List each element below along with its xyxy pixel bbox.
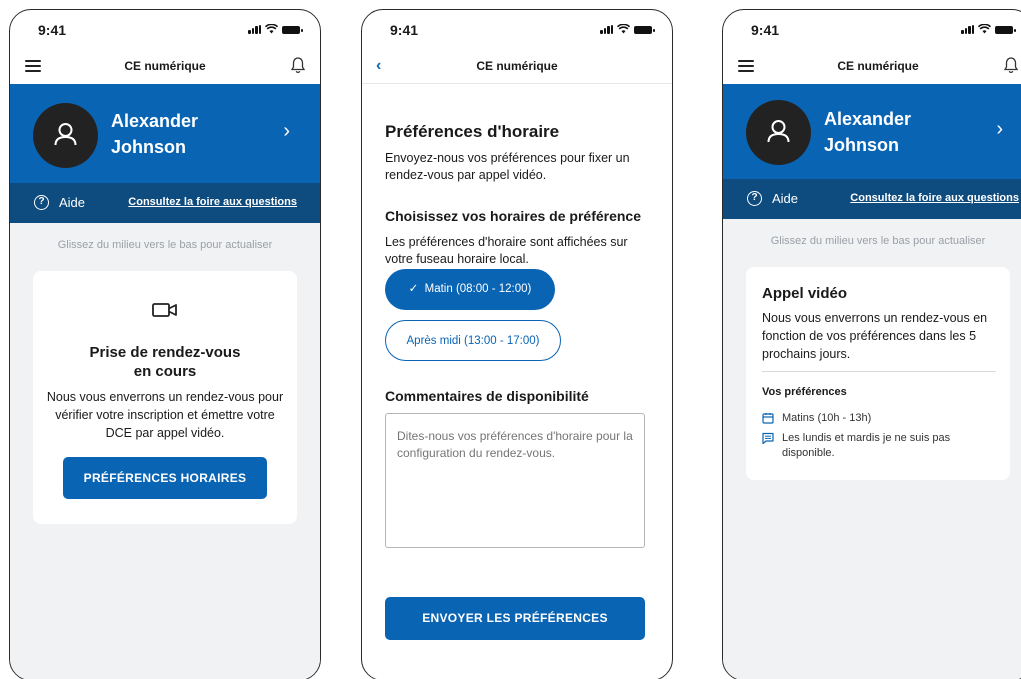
card-title: Appel vidéo (762, 285, 848, 302)
card-body: Nous vous enverrons un rendez-vous pour … (46, 390, 284, 440)
check-icon: ✓ (408, 283, 425, 295)
option-afternoon[interactable]: Après midi (13:00 - 17:00) (385, 320, 561, 361)
status-time: 9:41 (38, 22, 67, 38)
preference-text: Les lundis et mardis je ne suis pas disp… (782, 432, 951, 459)
nav-title: CE numérique (124, 59, 206, 73)
battery-icon (282, 26, 303, 34)
profile-first-name: Alexander (111, 111, 199, 131)
profile-name: Alexander Johnson (824, 106, 911, 158)
chevron-right-icon[interactable]: › (996, 118, 1003, 141)
refresh-hint: Glissez du milieu vers le bas pour actua… (57, 239, 273, 251)
signal-icon (248, 25, 261, 34)
comment-icon (762, 432, 774, 444)
profile-last-name: Johnson (111, 137, 186, 157)
chevron-right-icon[interactable]: › (283, 120, 290, 143)
nav-bar: CE numérique (10, 46, 320, 84)
send-preferences-button[interactable]: ENVOYER LES PRÉFÉRENCES (385, 597, 645, 640)
status-time: 9:41 (390, 22, 419, 38)
help-label: Aide (59, 195, 86, 210)
nav-title: CE numérique (837, 59, 919, 73)
schedule-preferences-button[interactable]: PRÉFÉRENCES HORAIRES (63, 457, 267, 499)
status-bar: 9:41 (723, 10, 1021, 46)
avatar (746, 100, 811, 165)
battery-icon (995, 26, 1016, 34)
card-title-line2: en cours (133, 363, 197, 380)
calendar-icon (762, 413, 774, 424)
system-icons (961, 24, 1016, 34)
system-icons (600, 24, 655, 34)
faq-link[interactable]: Consultez la foire aux questions (850, 192, 1019, 204)
screen-content: Préférences d'horaire Envoyez-nous vos p… (362, 84, 672, 679)
wifi-icon (265, 24, 278, 34)
preference-item: Les lundis et mardis je ne suis pas disp… (762, 431, 996, 461)
preference-item: Matins (10h - 13h) (762, 411, 996, 426)
page-title: Préférences d'horaire (385, 122, 560, 141)
help-icon: ? (34, 195, 49, 210)
card-body: Nous vous enverrons un rendez-vous en fo… (762, 311, 988, 361)
preference-text: Matins (10h - 13h) (782, 412, 872, 424)
card-title-line1: Prise de rendez-vous (89, 344, 241, 361)
user-icon (767, 120, 790, 143)
help-bar: ? Aide Consultez la foire aux questions (10, 183, 320, 223)
profile-name: Alexander Johnson (111, 108, 198, 160)
system-icons (248, 24, 303, 34)
help-bar: ? Aide Consultez la foire aux questions (723, 179, 1021, 219)
phone-screen-video-call: 9:41 CE numérique Alexander Johnson › ? … (722, 9, 1021, 679)
phone-screen-appointment-pending: 9:41 CE numérique Alexander Johnson › ? … (9, 9, 321, 679)
help-icon: ? (747, 191, 762, 206)
screen-content: Alexander Johnson › ? Aide Consultez la … (723, 84, 1021, 679)
avatar (33, 103, 98, 168)
status-bar: 9:41 (10, 10, 320, 46)
comments-heading: Commentaires de disponibilité (385, 388, 589, 404)
choose-heading: Choisissez vos horaires de préférence (385, 208, 641, 224)
screen-content: Alexander Johnson › ? Aide Consultez la … (10, 84, 320, 679)
signal-icon (600, 25, 613, 34)
profile-last-name: Johnson (824, 135, 899, 155)
timezone-note: Les préférences d'horaire sont affichées… (385, 235, 628, 266)
video-camera-icon (152, 303, 177, 317)
battery-icon (634, 26, 655, 34)
refresh-hint: Glissez du milieu vers le bas pour actua… (770, 235, 986, 247)
intro-text: Envoyez-nous vos préférences pour fixer … (385, 151, 630, 182)
divider (762, 371, 996, 372)
preferences-heading: Vos préférences (762, 386, 847, 398)
bell-icon[interactable] (1003, 56, 1019, 74)
user-icon (54, 123, 77, 146)
wifi-icon (978, 24, 991, 34)
bell-icon[interactable] (290, 56, 306, 74)
option-morning[interactable]: ✓ Matin (08:00 - 12:00) (385, 269, 555, 310)
card-title: Prise de rendez-vous en cours (33, 343, 297, 381)
video-call-card: Appel vidéo Nous vous enverrons un rende… (746, 267, 1010, 480)
faq-link[interactable]: Consultez la foire aux questions (128, 196, 297, 208)
help-label: Aide (772, 191, 799, 206)
nav-bar: CE numérique (723, 46, 1021, 84)
status-bar: 9:41 (362, 10, 672, 46)
signal-icon (961, 25, 974, 34)
phone-screen-schedule-preferences: 9:41 ‹ CE numérique Préférences d'horair… (361, 9, 673, 679)
nav-title: CE numérique (476, 59, 558, 73)
comments-input[interactable] (385, 413, 645, 548)
profile-header[interactable]: Alexander Johnson › (723, 84, 1021, 179)
nav-bar: ‹ CE numérique (362, 46, 672, 84)
option-morning-label: Matin (08:00 - 12:00) (424, 283, 532, 295)
wifi-icon (617, 24, 630, 34)
profile-first-name: Alexander (824, 109, 912, 129)
profile-header[interactable]: Alexander Johnson › (10, 84, 320, 183)
status-time: 9:41 (751, 22, 780, 38)
appointment-card: Prise de rendez-vous en cours Nous vous … (33, 271, 297, 524)
